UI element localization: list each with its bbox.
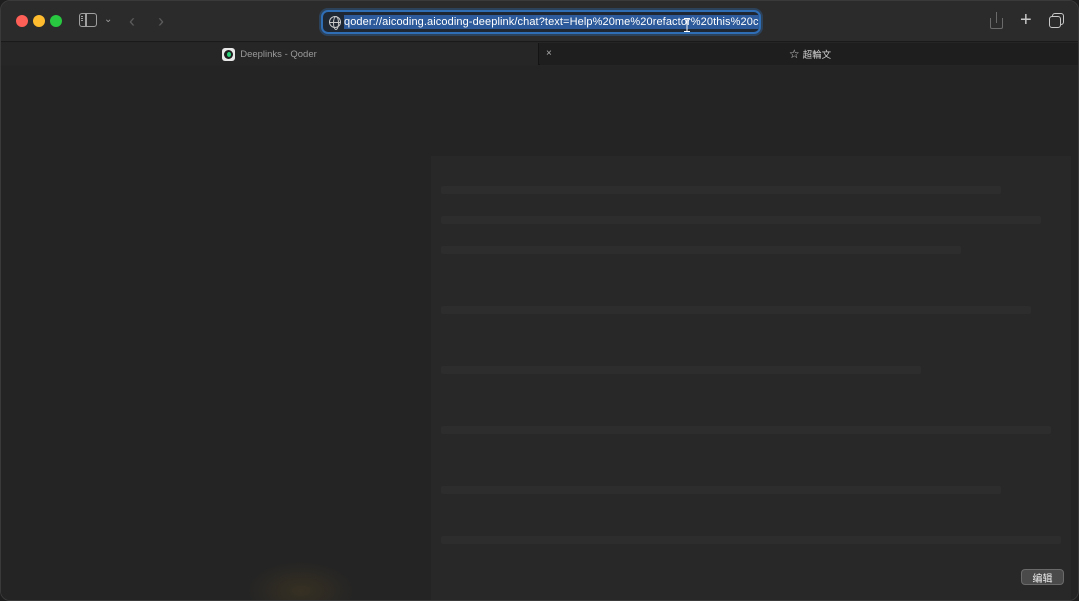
chevron-right-icon[interactable]: › <box>158 12 164 30</box>
text-cursor-icon <box>684 18 690 32</box>
faded-line <box>441 186 1001 194</box>
faded-line <box>441 486 1001 494</box>
plus-icon[interactable]: + <box>1020 10 1032 30</box>
faded-line <box>441 216 1041 224</box>
faded-line <box>441 426 1051 434</box>
browser-window: ⌄ ‹ › qoder://aicoding.aicoding-deeplink… <box>0 0 1079 601</box>
chevron-left-icon[interactable]: ‹ <box>129 12 135 30</box>
globe-icon <box>329 16 341 30</box>
minimize-window-button[interactable] <box>33 15 45 27</box>
faded-glow <box>246 561 356 600</box>
tab-title: 超輪文 <box>802 50 832 61</box>
sidebar-toggle-icon[interactable] <box>79 13 97 27</box>
faded-line <box>441 366 921 374</box>
tab-bar: Deeplinks - Qoder ☆ 超輪文 × <box>1 43 1078 65</box>
qoder-logo-icon <box>222 47 236 61</box>
zoom-window-button[interactable] <box>50 15 62 27</box>
faded-line <box>441 306 1031 314</box>
page-content: 编辑 <box>1 66 1078 600</box>
edit-button[interactable]: 编辑 <box>1021 569 1064 585</box>
tab-second[interactable]: ☆ 超輪文 <box>540 43 1078 65</box>
close-window-button[interactable] <box>16 15 28 27</box>
tab-overview-icon[interactable] <box>1049 13 1064 28</box>
tab-deeplinks[interactable]: Deeplinks - Qoder <box>1 43 539 65</box>
faded-line <box>441 246 961 254</box>
address-bar-url[interactable]: qoder://aicoding.aicoding-deeplink/chat?… <box>344 15 759 29</box>
tab-title: Deeplinks - Qoder <box>240 48 317 60</box>
address-bar[interactable]: qoder://aicoding.aicoding-deeplink/chat?… <box>321 10 761 34</box>
chevron-down-icon[interactable]: ⌄ <box>104 15 112 25</box>
faded-line <box>441 536 1061 544</box>
star-icon: ☆ <box>788 47 800 61</box>
toolbar: ⌄ ‹ › qoder://aicoding.aicoding-deeplink… <box>1 1 1078 42</box>
close-tab-icon[interactable]: × <box>546 48 552 59</box>
